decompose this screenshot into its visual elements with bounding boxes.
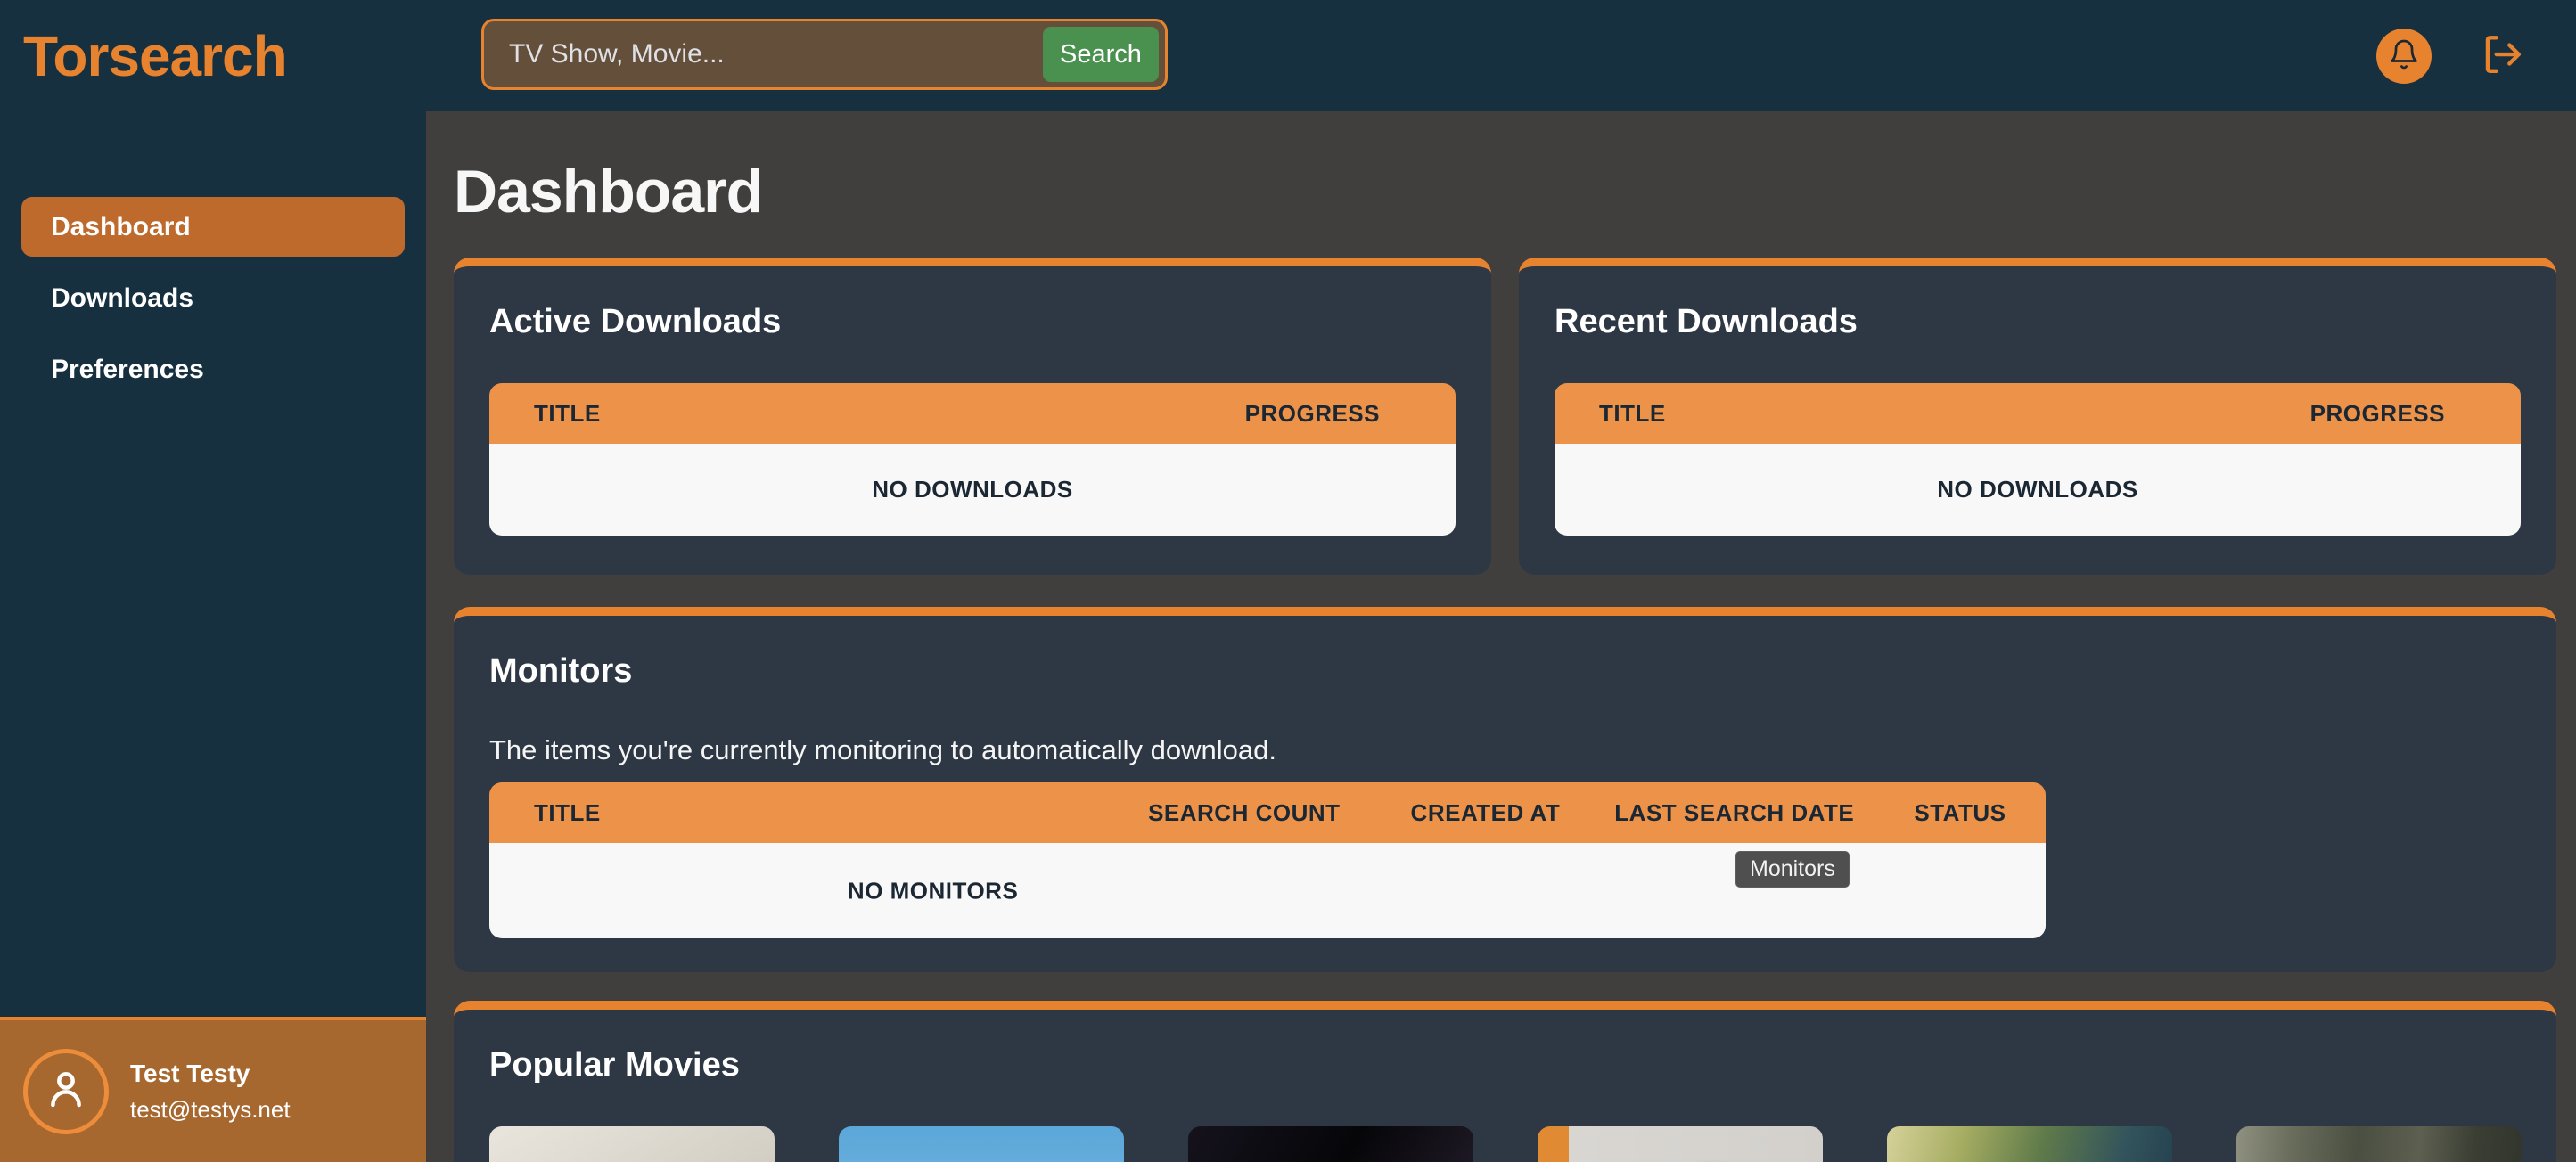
topbar-actions: [2376, 29, 2576, 84]
main-content: Dashboard Active Downloads TITLE PROGRES…: [426, 111, 2576, 1162]
column-header-created-at: CREATED AT: [1376, 799, 1594, 827]
active-downloads-table-header: TITLE PROGRESS: [489, 383, 1456, 444]
logout-icon: [2480, 32, 2524, 79]
monitors-table: TITLE SEARCH COUNT CREATED AT LAST SEARC…: [489, 782, 2046, 938]
active-downloads-card: Active Downloads TITLE PROGRESS NO DOWNL…: [454, 258, 1491, 575]
column-header-progress: PROGRESS: [1245, 400, 1456, 428]
avatar: [23, 1049, 109, 1134]
search-button[interactable]: Search: [1043, 27, 1159, 82]
recent-downloads-table: TITLE PROGRESS NO DOWNLOADS: [1555, 383, 2521, 536]
empty-state-text: NO DOWNLOADS: [1937, 476, 2138, 503]
sidebar-item-dashboard[interactable]: Dashboard: [21, 197, 405, 257]
topbar: Torsearch Search: [0, 0, 2576, 111]
downloads-cards-row: Active Downloads TITLE PROGRESS NO DOWNL…: [454, 258, 2556, 575]
recent-downloads-card: Recent Downloads TITLE PROGRESS NO DOWNL…: [1519, 258, 2556, 575]
empty-state-text: NO DOWNLOADS: [872, 476, 1073, 503]
monitors-tooltip: Monitors: [1735, 851, 1850, 888]
popular-movies-card: Popular Movies: [454, 1001, 2556, 1162]
movie-poster[interactable]: [489, 1126, 775, 1162]
monitors-table-header: TITLE SEARCH COUNT CREATED AT LAST SEARC…: [489, 782, 2046, 843]
recent-downloads-title: Recent Downloads: [1555, 302, 2521, 343]
user-info: Test Testy test@testys.net: [130, 1060, 291, 1124]
movie-poster[interactable]: [2236, 1126, 2522, 1162]
monitors-description: The items you're currently monitoring to…: [489, 732, 2521, 768]
app-logo[interactable]: Torsearch: [23, 23, 287, 89]
recent-downloads-empty-row: NO DOWNLOADS: [1555, 444, 2521, 536]
monitors-card: Monitors The items you're currently moni…: [454, 607, 2556, 972]
recent-downloads-table-header: TITLE PROGRESS: [1555, 383, 2521, 444]
active-downloads-empty-row: NO DOWNLOADS: [489, 444, 1456, 536]
movie-poster[interactable]: [1538, 1126, 1823, 1162]
user-email: test@testys.net: [130, 1096, 291, 1124]
column-header-last-search-date: LAST SEARCH DATE: [1595, 799, 1875, 827]
sidebar-item-downloads[interactable]: Downloads: [21, 268, 405, 328]
search-form: Search: [481, 19, 1168, 90]
active-downloads-table: TITLE PROGRESS NO DOWNLOADS: [489, 383, 1456, 536]
sidebar-item-preferences[interactable]: Preferences: [21, 340, 405, 399]
user-name: Test Testy: [130, 1060, 291, 1088]
page-title: Dashboard: [454, 156, 2556, 229]
popular-movies-list: [489, 1126, 2521, 1162]
active-downloads-title: Active Downloads: [489, 302, 1456, 343]
notifications-button[interactable]: [2376, 29, 2432, 84]
movie-poster[interactable]: [1887, 1126, 2172, 1162]
search-input[interactable]: [484, 21, 1043, 87]
user-panel: Test Testy test@testys.net: [0, 1017, 426, 1162]
column-header-search-count: SEARCH COUNT: [1112, 799, 1376, 827]
column-header-title: TITLE: [489, 799, 1112, 827]
column-header-status: STATUS: [1875, 799, 2046, 827]
movie-poster[interactable]: [839, 1126, 1124, 1162]
bell-icon: [2388, 38, 2420, 73]
empty-state-text: NO MONITORS: [848, 877, 1018, 904]
column-header-title: TITLE: [1555, 400, 2310, 428]
column-header-progress: PROGRESS: [2310, 400, 2521, 428]
popular-movies-title: Popular Movies: [489, 1045, 2521, 1086]
column-header-title: TITLE: [489, 400, 1245, 428]
monitors-title: Monitors: [489, 651, 2521, 692]
sidebar-nav: Dashboard Downloads Preferences: [0, 111, 426, 399]
sidebar: Dashboard Downloads Preferences Test Tes…: [0, 111, 426, 1162]
movie-poster[interactable]: [1188, 1126, 1473, 1162]
user-icon: [42, 1065, 90, 1117]
logout-button[interactable]: [2480, 34, 2524, 78]
